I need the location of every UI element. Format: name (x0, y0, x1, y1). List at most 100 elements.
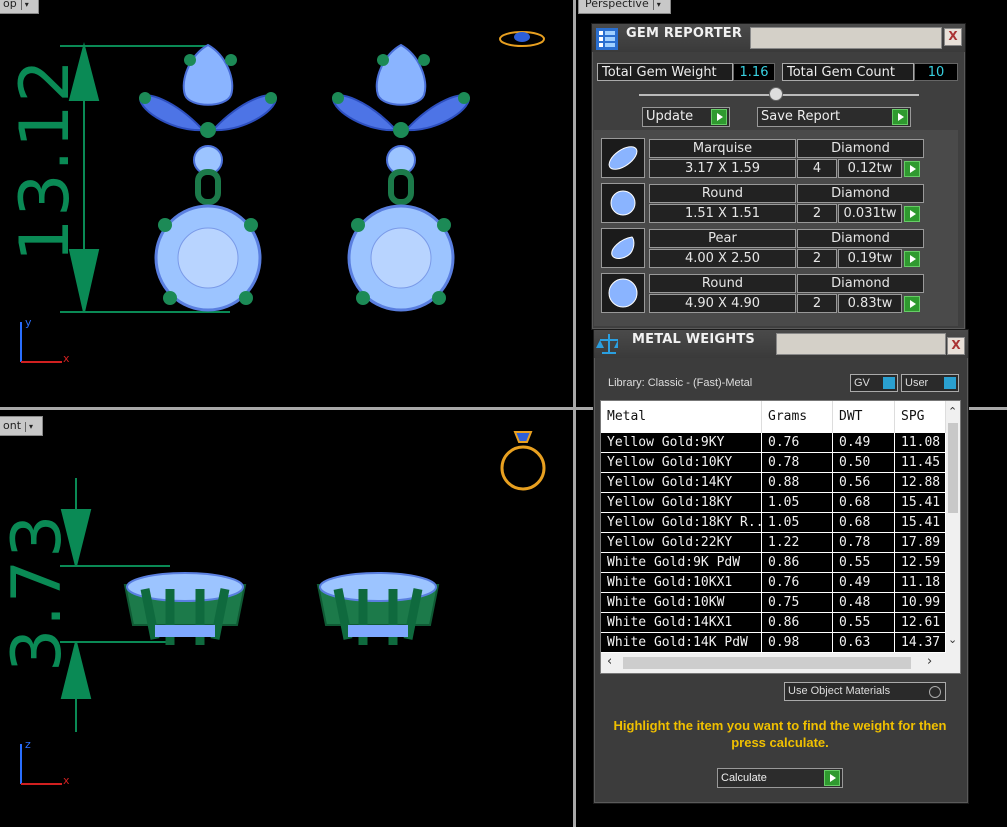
table-row[interactable]: White Gold:10KX1 0.76 0.49 11.18 (601, 573, 946, 593)
metal-name-cell: White Gold:10KW (601, 593, 762, 613)
play-icon[interactable] (904, 251, 920, 267)
table-row[interactable]: Yellow Gold:18KY 1.05 0.68 15.41 (601, 493, 946, 513)
grams-cell: 1.05 (762, 493, 833, 513)
viewport-top[interactable]: op ▾ 13.12 y x (0, 0, 573, 407)
pear-gem-icon (601, 228, 645, 268)
grams-cell: 0.75 (762, 593, 833, 613)
gem-row[interactable]: Marquise 3.17 X 1.59 Diamond 4 0.12tw (601, 138, 924, 178)
play-icon[interactable] (904, 296, 920, 312)
spg-cell: 14.37 (895, 633, 946, 653)
scrollbar-thumb[interactable] (948, 423, 958, 513)
grams-cell: 0.86 (762, 613, 833, 633)
dwt-cell: 0.68 (833, 513, 895, 533)
gem-shape: Round (649, 184, 796, 203)
gem-row[interactable]: Round 1.51 X 1.51 Diamond 2 0.031tw (601, 183, 924, 223)
table-row[interactable]: White Gold:10KW 0.75 0.48 10.99 (601, 593, 946, 613)
update-button[interactable]: Update (642, 107, 730, 127)
gem-report-icon (596, 28, 618, 50)
viewport-front[interactable]: ont ▾ 3.73 z x (0, 410, 573, 827)
table-row[interactable]: Yellow Gold:14KY 0.88 0.56 12.88 (601, 473, 946, 493)
spg-cell: 15.41 (895, 493, 946, 513)
grams-cell: 0.76 (762, 573, 833, 593)
gem-reporter-titlebar[interactable]: GEM REPORTER X (592, 24, 965, 52)
user-toggle[interactable]: User (901, 374, 959, 392)
metal-weights-titlebar[interactable]: METAL WEIGHTS X (594, 330, 968, 358)
marquise-gem-icon (601, 138, 645, 178)
table-row[interactable]: White Gold:14KX1 0.86 0.55 12.61 (601, 613, 946, 633)
dwt-cell: 0.63 (833, 633, 895, 653)
dimension-value-top: 13.12 (6, 57, 85, 262)
save-report-button[interactable]: Save Report (757, 107, 911, 127)
chevron-right-icon[interactable]: › (927, 654, 932, 669)
metal-name-cell: White Gold:10KX1 (601, 573, 762, 593)
title-drag-bar[interactable] (776, 333, 946, 355)
metal-name-cell: White Gold:14KX1 (601, 613, 762, 633)
table-row[interactable]: Yellow Gold:18KY R... 1.05 0.68 15.41 (601, 513, 946, 533)
library-label: Library: Classic - (Fast)-Metal (608, 377, 753, 389)
dwt-cell: 0.78 (833, 533, 895, 553)
chevron-up-icon[interactable]: ⌃ (948, 405, 957, 418)
viewport-divider-vertical[interactable] (573, 0, 576, 827)
gem-material: Diamond (797, 274, 924, 293)
chevron-down-icon[interactable]: ⌄ (948, 633, 957, 646)
ring-orientation-icon[interactable] (497, 28, 547, 50)
dwt-cell: 0.49 (833, 433, 895, 453)
toggle-indicator-icon (883, 377, 895, 389)
spg-cell: 11.45 (895, 453, 946, 473)
close-icon[interactable]: X (947, 337, 965, 355)
report-slider-handle[interactable] (769, 87, 783, 101)
gem-row[interactable]: Pear 4.00 X 2.50 Diamond 2 0.19tw (601, 228, 924, 268)
gem-size: 3.17 X 1.59 (649, 159, 796, 178)
play-icon[interactable] (904, 161, 920, 177)
grams-cell: 0.98 (762, 633, 833, 653)
gem-count: 2 (797, 204, 837, 223)
gem-material: Diamond (797, 184, 924, 203)
close-icon[interactable]: X (944, 28, 962, 46)
dimension-lines-top (60, 42, 230, 313)
column-header-metal[interactable]: Metal (601, 401, 762, 433)
metal-table[interactable]: Metal Grams DWT SPG Yellow Gold:9KY 0.76 0… (600, 400, 961, 674)
column-header-dwt[interactable]: DWT (833, 401, 895, 433)
gv-toggle[interactable]: GV (850, 374, 898, 392)
earring-right-front-view (316, 572, 440, 645)
play-icon[interactable] (904, 206, 920, 222)
metal-name-cell: Yellow Gold:22KY (601, 533, 762, 553)
table-row[interactable]: White Gold:14K PdW 0.98 0.63 14.37 (601, 633, 946, 653)
spg-cell: 11.08 (895, 433, 946, 453)
metal-name-cell: Yellow Gold:9KY (601, 433, 762, 453)
table-row[interactable]: White Gold:9K PdW 0.86 0.55 12.59 (601, 553, 946, 573)
table-row[interactable]: Yellow Gold:10KY 0.78 0.50 11.45 (601, 453, 946, 473)
scrollbar-thumb[interactable] (623, 657, 911, 669)
total-gem-count-label: Total Gem Count (782, 63, 914, 81)
gem-shape: Round (649, 274, 796, 293)
dwt-cell: 0.55 (833, 553, 895, 573)
chevron-down-icon[interactable]: ▾ (652, 0, 664, 10)
table-row[interactable]: Yellow Gold:22KY 1.22 0.78 17.89 (601, 533, 946, 553)
viewport-perspective-label[interactable]: Perspective ▾ (578, 0, 671, 14)
gem-weight: 0.031tw (838, 204, 902, 223)
title-drag-bar[interactable] (750, 27, 942, 49)
column-header-grams[interactable]: Grams (762, 401, 833, 433)
column-header-spg[interactable]: SPG (895, 401, 946, 433)
metal-name-cell: Yellow Gold:18KY (601, 493, 762, 513)
use-object-materials-label: Use Object Materials (788, 685, 891, 697)
vertical-scrollbar[interactable]: ⌃ ⌄ (946, 401, 960, 653)
horizontal-scrollbar[interactable]: ‹ › (601, 653, 960, 673)
table-row[interactable]: Yellow Gold:9KY 0.76 0.49 11.08 (601, 433, 946, 453)
gem-count: 4 (797, 159, 837, 178)
play-icon (711, 109, 727, 125)
dwt-cell: 0.68 (833, 493, 895, 513)
gem-count: 2 (797, 294, 837, 313)
gem-shape: Marquise (649, 139, 796, 158)
metal-name-cell: Yellow Gold:10KY (601, 453, 762, 473)
gem-row[interactable]: Round 4.90 X 4.90 Diamond 2 0.83tw (601, 273, 924, 313)
metal-name-cell: White Gold:14K PdW (601, 633, 762, 653)
ring-orientation-icon[interactable] (497, 422, 549, 494)
chevron-left-icon[interactable]: ‹ (607, 654, 612, 669)
play-icon (824, 770, 840, 786)
axis-z-label: z (25, 738, 31, 751)
spg-cell: 17.89 (895, 533, 946, 553)
use-object-materials-toggle[interactable]: Use Object Materials (784, 682, 946, 701)
calculate-button[interactable]: Calculate (717, 768, 843, 788)
dwt-cell: 0.49 (833, 573, 895, 593)
